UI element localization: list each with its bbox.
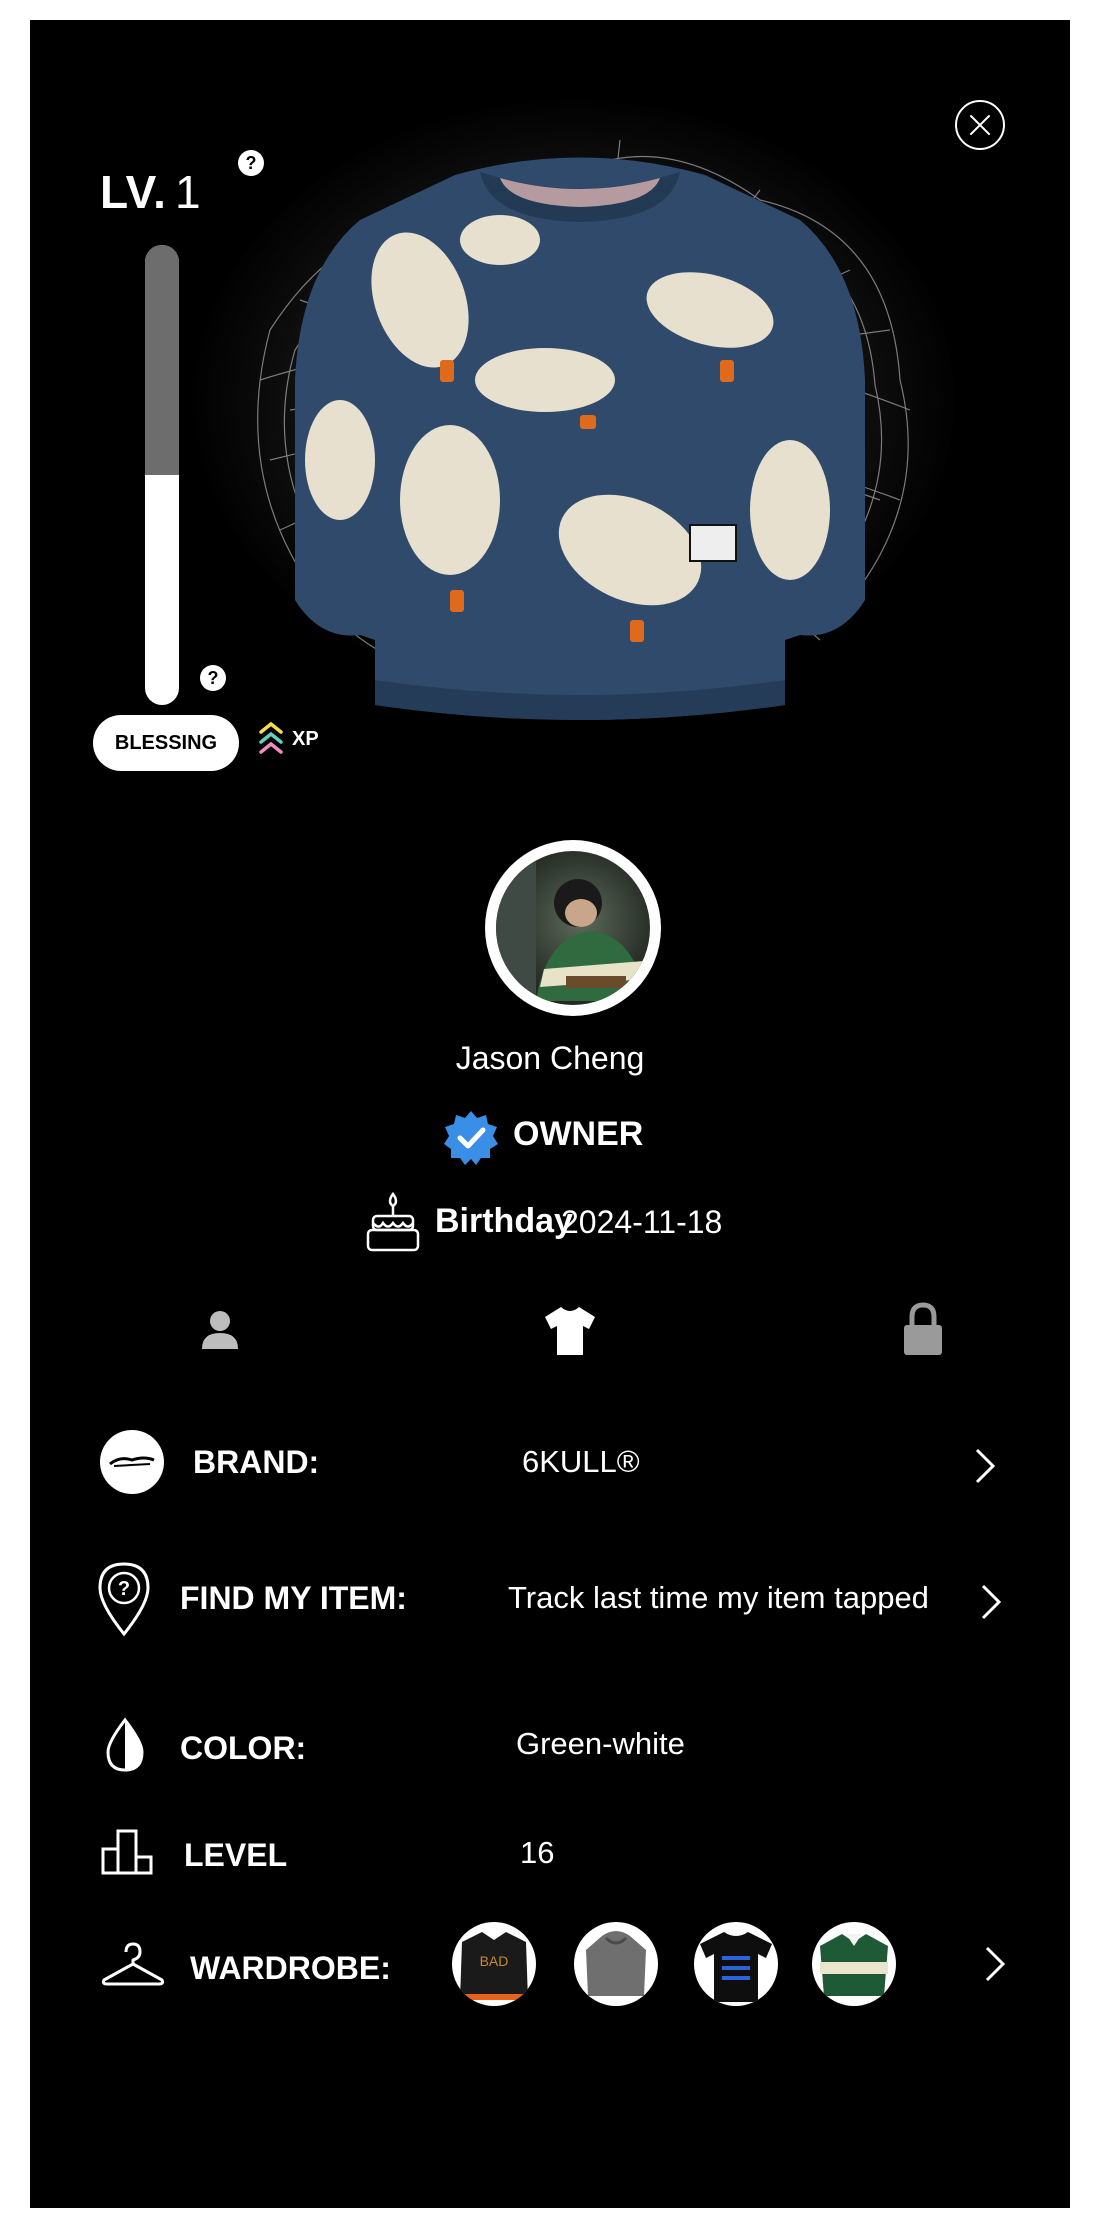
wardrobe-label: WARDROBE:: [190, 1950, 391, 1986]
avatar[interactable]: [485, 840, 661, 1016]
level-value: 16: [520, 1835, 555, 1870]
level-label: LEVEL: [184, 1837, 288, 1873]
tab-item[interactable]: [535, 1295, 605, 1365]
find-my-item-value: Track last time my item tapped: [508, 1580, 929, 1615]
tab-locked[interactable]: [888, 1295, 958, 1365]
brand-row[interactable]: BRAND: 6KULL®: [30, 1430, 1070, 1500]
brand-label: BRAND:: [193, 1444, 320, 1480]
birthday-value: 2024-11-18: [561, 1204, 723, 1240]
chevron-right-icon: [981, 1584, 1002, 1620]
profile-screen: LV. 1 ? ? BLESSING XP Jason Cheng OWNER …: [30, 20, 1070, 2208]
verified-badge-icon: [444, 1111, 498, 1165]
close-button[interactable]: [955, 100, 1005, 150]
find-my-item-row[interactable]: ? FIND MY ITEM: Track last time my item …: [30, 1560, 1070, 1640]
avatar-photo: [496, 851, 650, 1005]
person-icon: [202, 1311, 238, 1349]
svg-text:?: ?: [118, 1578, 130, 1600]
grey-hoodie-thumb-icon: [586, 1931, 646, 1996]
brand-value: 6KULL®: [522, 1444, 640, 1479]
location-pin-icon: ?: [98, 1562, 150, 1637]
wardrobe-row[interactable]: WARDROBE: BAD: [30, 1920, 1070, 2010]
green-polo-thumb-icon: [820, 1934, 888, 1996]
xp-help-icon[interactable]: ?: [200, 665, 226, 691]
user-name: Jason Cheng: [455, 1040, 645, 1076]
wardrobe-item-2[interactable]: [574, 1922, 658, 2006]
chevron-right-icon: [975, 1448, 996, 1484]
color-value: Green-white: [516, 1726, 685, 1761]
tshirt-icon: [545, 1307, 595, 1355]
level-help-icon[interactable]: ?: [238, 150, 264, 176]
color-row: COLOR: Green-white: [30, 1710, 1070, 1780]
close-icon: [970, 115, 990, 135]
role-label: OWNER: [513, 1115, 644, 1153]
wardrobe-item-1[interactable]: BAD: [452, 1922, 536, 2006]
tab-profile[interactable]: [185, 1295, 255, 1365]
cake-icon: [366, 1191, 420, 1252]
level-number: 1: [174, 166, 202, 218]
black-jacket-thumb-icon: BAD: [460, 1932, 528, 2000]
xp-label: XP: [292, 728, 319, 750]
color-drop-icon: [106, 1717, 144, 1772]
sweater-image: [200, 80, 960, 735]
wardrobe-item-4[interactable]: [812, 1922, 896, 2006]
find-my-item-label: FIND MY ITEM:: [180, 1580, 407, 1616]
level-title: LV. 1: [100, 165, 202, 219]
xp-boost-icon: [257, 720, 285, 765]
svg-text:BAD: BAD: [480, 1953, 509, 1969]
color-label: COLOR:: [180, 1730, 307, 1766]
xp-progress-bar: [145, 245, 179, 705]
xp-progress-empty: [145, 245, 179, 475]
blessing-button[interactable]: BLESSING: [93, 715, 239, 771]
hanger-icon: [101, 1942, 165, 1986]
lock-icon: [904, 1302, 942, 1355]
brand-logo-icon: [100, 1430, 164, 1494]
chevron-right-icon[interactable]: [982, 1944, 1008, 1984]
black-tee-thumb-icon: [700, 1932, 772, 2002]
wardrobe-item-3[interactable]: [694, 1922, 778, 2006]
podium-icon: [101, 1829, 153, 1875]
birthday-label: Birthday: [435, 1202, 573, 1240]
level-prefix: LV.: [100, 166, 167, 218]
level-row: LEVEL 16: [30, 1825, 1070, 1885]
